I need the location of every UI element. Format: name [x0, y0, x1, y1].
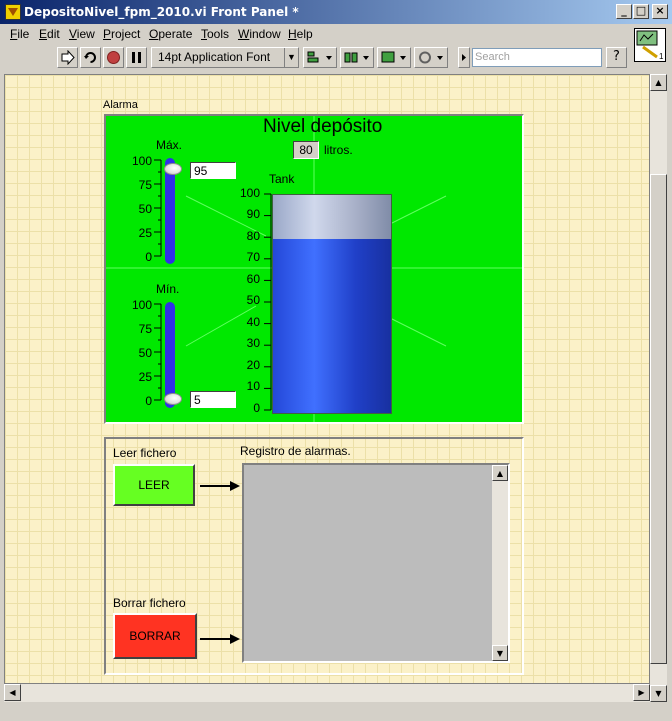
- search-input[interactable]: Search: [472, 48, 602, 67]
- maximize-icon[interactable]: □: [633, 4, 649, 19]
- scale-tick-label: 70: [246, 250, 260, 264]
- log-scrollbar[interactable]: ▲ ▼: [492, 465, 508, 661]
- scroll-up-icon[interactable]: ▲: [492, 465, 508, 481]
- clear-file-label: Borrar fichero: [113, 596, 186, 610]
- read-button[interactable]: LEER: [113, 464, 195, 506]
- run-arrow-icon[interactable]: [57, 47, 78, 68]
- scale-tick-label: 40: [246, 315, 260, 329]
- vi-icon[interactable]: 1: [634, 28, 666, 62]
- scale-tick-label: 25: [138, 370, 152, 384]
- distribute-objects-icon[interactable]: [340, 47, 374, 68]
- menu-project[interactable]: Project: [103, 27, 140, 41]
- vertical-scrollbar[interactable]: ▲ ▼: [650, 74, 667, 702]
- max-value-input[interactable]: 95: [190, 162, 236, 179]
- alarm-cluster: Nivel depósito 80 litros. Máx. 100 75 50…: [104, 114, 524, 424]
- size-grip[interactable]: [650, 702, 667, 719]
- max-slider-label: Máx.: [156, 138, 183, 152]
- minimize-icon[interactable]: _: [616, 4, 632, 19]
- tank-ticks: [264, 193, 272, 411]
- scroll-down-icon[interactable]: ▼: [492, 645, 508, 661]
- read-file-label: Leer fichero: [113, 446, 177, 460]
- labview-vi-icon: [5, 4, 21, 20]
- slider-ticks: [154, 303, 162, 401]
- scale-tick-label: 100: [131, 298, 152, 312]
- scale-tick-label: 100: [131, 154, 152, 168]
- menu-edit[interactable]: Edit: [39, 27, 60, 41]
- alarm-log-textbox[interactable]: ▲ ▼: [242, 463, 510, 663]
- horizontal-scrollbar[interactable]: ◀ ▶: [4, 684, 650, 702]
- min-slider-label: Mín.: [156, 282, 180, 296]
- scale-tick-label: 50: [246, 293, 260, 307]
- alarm-cluster-label: Alarma: [103, 99, 138, 111]
- close-icon[interactable]: ×: [652, 4, 668, 19]
- scale-tick-label: 60: [246, 272, 260, 286]
- scale-tick-label: 80: [246, 229, 260, 243]
- run-continuously-icon[interactable]: [80, 47, 101, 68]
- scale-tick-label: 0: [253, 401, 260, 415]
- arrow-right-icon: [200, 481, 240, 491]
- font-select[interactable]: 14pt Application Font ▼: [151, 47, 299, 68]
- scroll-left-icon[interactable]: ◀: [4, 684, 21, 701]
- scroll-up-icon[interactable]: ▲: [650, 74, 667, 91]
- menu-tools[interactable]: Tools: [201, 27, 229, 41]
- scroll-down-icon[interactable]: ▼: [650, 685, 667, 702]
- level-unit-label: litros.: [324, 143, 353, 157]
- scale-tick-label: 75: [138, 322, 152, 336]
- scale-tick-label: 50: [138, 346, 152, 360]
- tank-indicator: [272, 194, 392, 414]
- scale-tick-label: 20: [246, 358, 260, 372]
- scale-tick-label: 25: [138, 226, 152, 240]
- menu-file[interactable]: File: [10, 27, 29, 41]
- pause-icon[interactable]: [126, 47, 147, 68]
- resize-objects-icon[interactable]: [377, 47, 411, 68]
- align-objects-icon[interactable]: [303, 47, 337, 68]
- tank-empty-region: [273, 195, 391, 239]
- max-slider-scale: 100 75 50 25 0: [126, 154, 162, 264]
- window-title-bar: DepositoNivel_fpm_2010.vi Front Panel * …: [0, 0, 672, 24]
- window-title: DepositoNivel_fpm_2010.vi Front Panel *: [24, 5, 299, 19]
- menu-view[interactable]: View: [69, 27, 95, 41]
- level-indicator: 80: [293, 141, 319, 159]
- tank-scale: 100 90 80 70 60 50 40 30 20 10 0: [234, 186, 272, 418]
- min-value-input[interactable]: 5: [190, 391, 236, 408]
- tank-fill: [273, 238, 391, 413]
- arrow-right-icon: [200, 634, 240, 644]
- toolbar: 14pt Application Font ▼ Search ?: [0, 44, 640, 72]
- reorder-icon[interactable]: [414, 47, 448, 68]
- clear-button[interactable]: BORRAR: [113, 613, 197, 659]
- tank-label: Tank: [269, 172, 295, 186]
- min-slider-track[interactable]: [165, 302, 175, 408]
- slider-ticks: [154, 159, 162, 257]
- scale-tick-label: 100: [239, 186, 260, 200]
- svg-text:1: 1: [659, 52, 664, 61]
- scale-tick-label: 0: [145, 394, 152, 408]
- scale-tick-label: 10: [246, 379, 260, 393]
- chevron-down-icon: ▼: [284, 48, 298, 67]
- scale-tick-label: 50: [138, 202, 152, 216]
- max-slider-knob[interactable]: [164, 162, 182, 175]
- scale-tick-label: 0: [145, 250, 152, 264]
- abort-icon[interactable]: [103, 47, 124, 68]
- menu-window[interactable]: Window: [238, 27, 281, 41]
- scale-tick-label: 90: [246, 207, 260, 221]
- menu-bar: File Edit View Project Operate Tools Win…: [0, 24, 640, 44]
- log-cluster: Leer fichero LEER Borrar fichero BORRAR …: [104, 437, 524, 675]
- menu-operate[interactable]: Operate: [149, 27, 192, 41]
- min-slider-scale: 100 75 50 25 0: [126, 298, 162, 408]
- panel-title: Nivel depósito: [263, 116, 383, 137]
- help-button[interactable]: ?: [606, 47, 627, 68]
- scroll-right-icon[interactable]: ▶: [633, 684, 650, 701]
- front-panel-canvas: Alarma Nivel depósito 80 litros. Máx. 10…: [4, 74, 650, 684]
- menu-help[interactable]: Help: [288, 27, 313, 41]
- toolbar-expand-icon[interactable]: [458, 47, 470, 68]
- alarm-log-label: Registro de alarmas.: [240, 444, 351, 458]
- scale-tick-label: 30: [246, 336, 260, 350]
- scale-tick-label: 75: [138, 178, 152, 192]
- scroll-thumb[interactable]: [650, 174, 667, 664]
